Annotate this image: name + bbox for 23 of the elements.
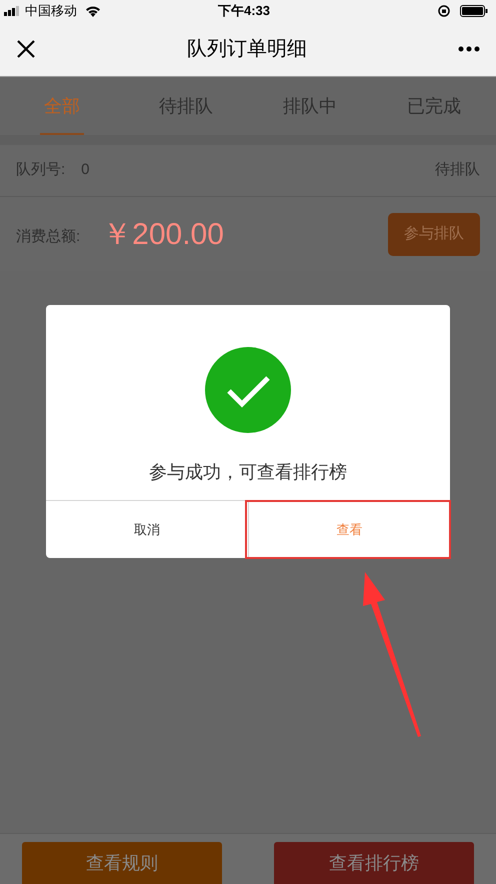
rotation-lock-icon <box>438 5 450 17</box>
queue-label: 队列号: <box>16 160 66 180</box>
success-check-icon <box>205 347 291 433</box>
close-icon[interactable] <box>16 39 36 59</box>
dialog-message: 参与成功，可查看排行榜 <box>148 461 348 484</box>
total-amount: ￥200.00 <box>102 216 224 252</box>
cancel-button[interactable]: 取消 <box>46 501 248 558</box>
view-button[interactable]: 查看 <box>248 501 450 558</box>
tab-underline <box>40 133 84 135</box>
status-time: 下午4:33 <box>218 2 270 20</box>
signal-icon <box>4 6 22 16</box>
page-title: 队列订单明细 <box>187 37 307 62</box>
rules-button[interactable]: 查看规则 <box>22 842 222 884</box>
ranking-button[interactable]: 查看排行榜 <box>274 842 474 884</box>
queue-number: 0 <box>81 160 90 180</box>
battery-icon <box>460 5 488 17</box>
tab[interactable]: 全部 <box>0 77 124 135</box>
total-label: 消费总额: <box>16 226 80 247</box>
join-queue-button[interactable]: 参与排队 <box>388 212 480 256</box>
wifi-icon <box>85 5 101 17</box>
carrier-name: 中国移动 <box>25 2 77 20</box>
order-status: 待排队 <box>435 160 480 180</box>
more-icon[interactable] <box>458 46 480 52</box>
